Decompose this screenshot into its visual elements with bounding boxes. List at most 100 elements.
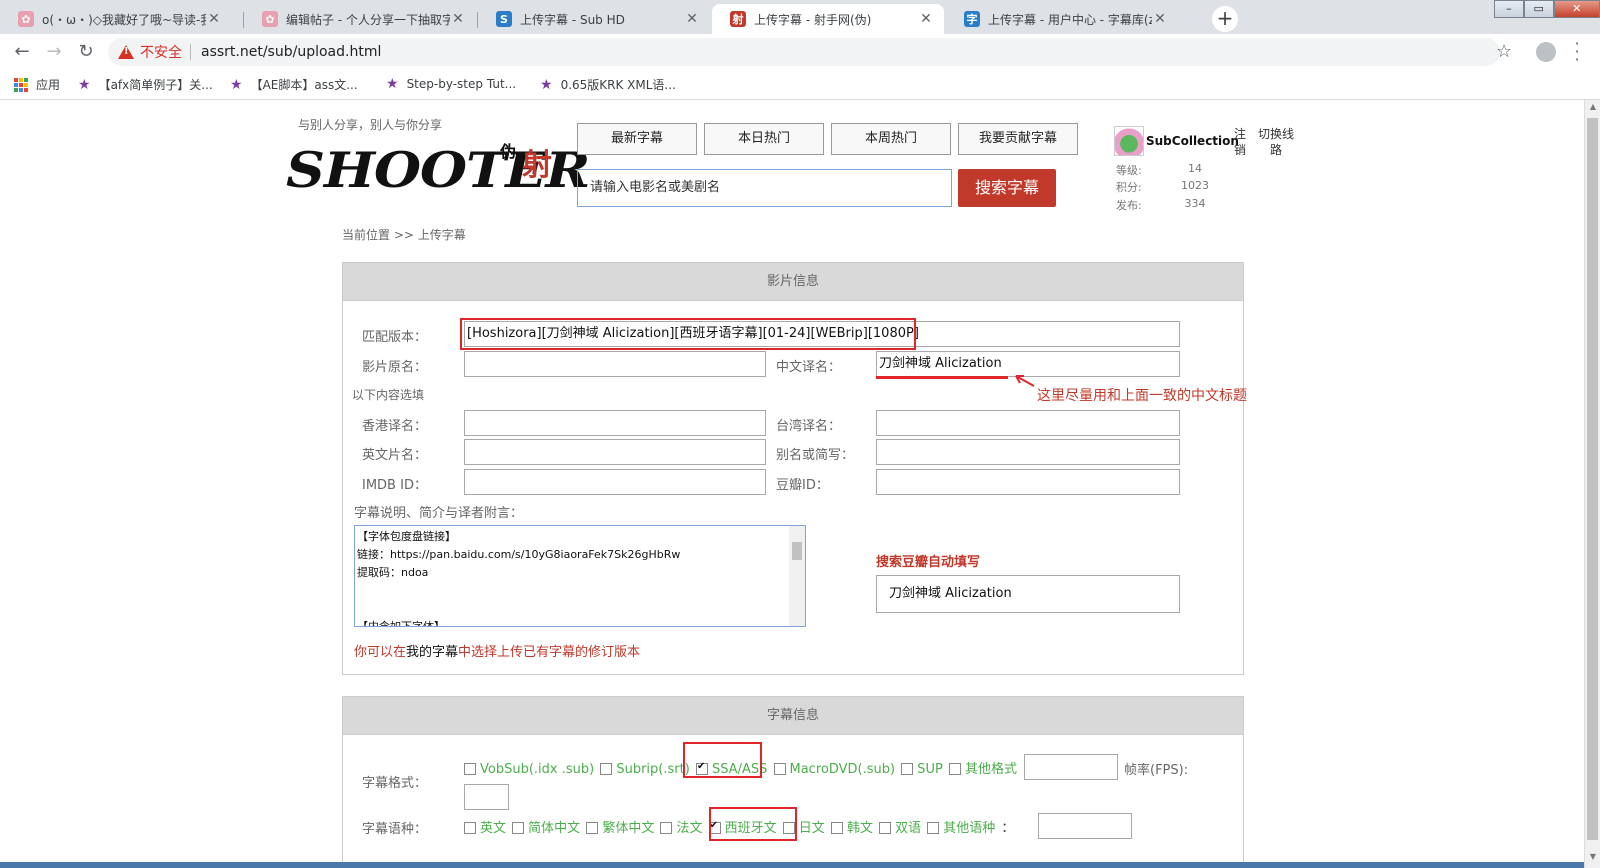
checkbox[interactable] (901, 763, 914, 775)
format-subrip[interactable]: Subrip(.srt) (600, 762, 690, 777)
nav-latest-subs[interactable]: 最新字幕 (577, 123, 697, 155)
bookmark-item[interactable]: ★ Step-by-step Tut... (386, 76, 516, 92)
alias-input[interactable] (876, 439, 1180, 465)
menu-kebab-icon[interactable]: · · · (1572, 36, 1582, 68)
browser-tab-3[interactable]: S 上传字幕 - Sub HD ✕ (478, 4, 710, 34)
scroll-up-icon[interactable]: ▲ (1585, 102, 1600, 111)
browser-tab-2[interactable]: ✿ 编辑帖子 - 个人分享一下抽取字幕 ✕ (244, 4, 476, 34)
bookmark-item[interactable]: ★ 0.65版KRK XML语... (540, 76, 676, 93)
bookmark-label: 【AE脚本】ass文... (250, 78, 358, 92)
en-title-input[interactable] (464, 439, 766, 465)
match-version-label: 匹配版本： (362, 330, 428, 345)
tab-favicon-icon: 射 (730, 11, 746, 27)
star-icon: ★ (78, 76, 91, 93)
checkbox[interactable] (464, 822, 476, 834)
nav-daily-hot[interactable]: 本日热门 (704, 123, 824, 155)
warning-icon (118, 45, 134, 59)
back-button[interactable]: ← (10, 40, 34, 64)
bookmark-item[interactable]: ★ 【AE脚本】ass文... (230, 76, 358, 93)
lang-simplified-chinese[interactable]: 简体中文 (512, 821, 580, 836)
browser-tab-5[interactable]: 字 上传字幕 - 用户中心 - 字幕库(zim ✕ (946, 4, 1178, 34)
stat-points-label: 积分: (1116, 181, 1142, 194)
tab-close-icon[interactable]: ✕ (918, 11, 934, 27)
original-title-input[interactable] (464, 351, 766, 377)
lang-traditional-chinese[interactable]: 繁体中文 (586, 821, 654, 836)
minimize-button[interactable]: – (1494, 0, 1524, 18)
imdb-input[interactable] (464, 469, 766, 495)
fps-input[interactable] (464, 784, 509, 810)
browser-tab-1[interactable]: ✿ o(・ω・)◇我藏好了哦~导读-我的 ✕ (0, 4, 232, 34)
panel-title: 字幕信息 (343, 697, 1243, 735)
page-scrollbar[interactable]: ▲ ▼ (1584, 100, 1600, 868)
tab-close-icon[interactable]: ✕ (1152, 11, 1168, 27)
my-subs-link[interactable]: 我的字幕 (406, 645, 458, 660)
hk-title-input[interactable] (464, 410, 766, 436)
checkbox[interactable] (660, 822, 673, 834)
checkbox[interactable] (464, 763, 476, 775)
url-text[interactable]: assrt.net/sub/upload.html (201, 44, 381, 60)
description-label: 字幕说明、简介与译者附言： (354, 506, 524, 521)
new-tab-button[interactable]: + (1212, 6, 1238, 32)
forward-button[interactable]: → (42, 40, 66, 64)
checkbox[interactable] (586, 822, 599, 834)
format-macrodvd[interactable]: MacroDVD(.sub) (773, 762, 895, 777)
textarea-scrollbar[interactable] (789, 526, 805, 626)
douban-id-input[interactable] (876, 469, 1180, 495)
scroll-thumb[interactable] (1587, 118, 1598, 840)
other-format-input[interactable] (1024, 754, 1118, 780)
format-vobsub[interactable]: VobSub(.idx .sub) (464, 762, 594, 777)
star-icon: ★ (386, 76, 399, 92)
lang-other[interactable]: 其他语种 (927, 821, 995, 836)
lang-french[interactable]: 法文 (660, 821, 702, 836)
douban-id-label: 豆瓣ID： (776, 478, 829, 493)
format-sup[interactable]: SUP (901, 762, 943, 777)
bookmark-item[interactable]: ★ 【afx简单例子】关... (78, 76, 213, 93)
douban-search-input[interactable]: 刀剑神域 Alicization (876, 575, 1180, 613)
nav-contribute[interactable]: 我要贡献字幕 (958, 123, 1078, 155)
checkbox[interactable] (927, 822, 940, 834)
checkbox[interactable] (512, 822, 525, 834)
annotation-text: 这里尽量用和上面一致的中文标题 (1037, 388, 1247, 404)
maximize-button[interactable]: ▭ (1523, 0, 1554, 18)
tab-close-icon[interactable]: ✕ (206, 11, 222, 27)
nav-weekly-hot[interactable]: 本周热门 (831, 123, 951, 155)
tab-title: o(・ω・)◇我藏好了哦~导读-我的 (42, 12, 206, 27)
checkbox[interactable] (773, 763, 786, 775)
checkbox[interactable] (600, 763, 613, 775)
description-textarea[interactable]: 【字体包度盘链接】 链接：https://pan.baidu.com/s/10y… (354, 525, 806, 627)
insecure-label[interactable]: 不安全 (140, 42, 182, 62)
search-button[interactable]: 搜索字幕 (958, 169, 1056, 207)
tab-close-icon[interactable]: ✕ (450, 11, 466, 27)
profile-avatar-icon[interactable] (1536, 42, 1556, 62)
page-content: 与别人分享，别人与你分享 SHOOTER 伪 射 最新字幕 本日热门 本周热门 … (0, 100, 1584, 868)
original-title-label: 影片原名： (362, 360, 428, 375)
search-input[interactable]: 请输入电影名或美剧名 (577, 169, 952, 207)
user-name[interactable]: SubCollection (1146, 134, 1239, 148)
close-window-button[interactable]: ✕ (1553, 0, 1600, 18)
user-avatar[interactable] (1114, 126, 1144, 156)
revision-note: 你可以在我的字幕中选择上传已有字幕的修订版本 (354, 645, 641, 660)
desc-line: 链接：https://pan.baidu.com/s/10yG8iaoraFek… (357, 548, 681, 561)
other-language-input[interactable] (1038, 813, 1132, 839)
lang-bilingual[interactable]: 双语 (879, 821, 921, 836)
bookmark-apps[interactable]: 应用 (14, 76, 60, 93)
lang-korean[interactable]: 韩文 (830, 821, 873, 836)
switch-route-link[interactable]: 切换线路 (1256, 126, 1296, 158)
site-logo[interactable]: SHOOTER 伪 射 (286, 138, 590, 202)
tab-title: 上传字幕 - 用户中心 - 字幕库(zim (988, 12, 1152, 27)
tab-close-icon[interactable]: ✕ (684, 11, 700, 27)
logout-link[interactable]: 注销 (1234, 126, 1248, 158)
tw-title-input[interactable] (876, 410, 1180, 436)
highlight-box (709, 807, 797, 841)
star-icon: ★ (540, 76, 553, 93)
checkbox[interactable] (948, 763, 961, 775)
checkbox[interactable] (830, 822, 843, 834)
format-other[interactable]: 其他格式 (948, 762, 1017, 777)
lang-english[interactable]: 英文 (464, 821, 506, 836)
scroll-down-icon[interactable]: ▼ (1585, 852, 1600, 861)
bookmark-star-icon[interactable]: ☆ (1496, 41, 1512, 62)
checkbox[interactable] (879, 822, 892, 834)
reload-button[interactable]: ↻ (74, 40, 98, 64)
browser-tab-4-active[interactable]: 射 上传字幕 - 射手网(伪) ✕ (712, 4, 944, 34)
address-bar[interactable]: 不安全 assrt.net/sub/upload.html (108, 38, 1500, 66)
